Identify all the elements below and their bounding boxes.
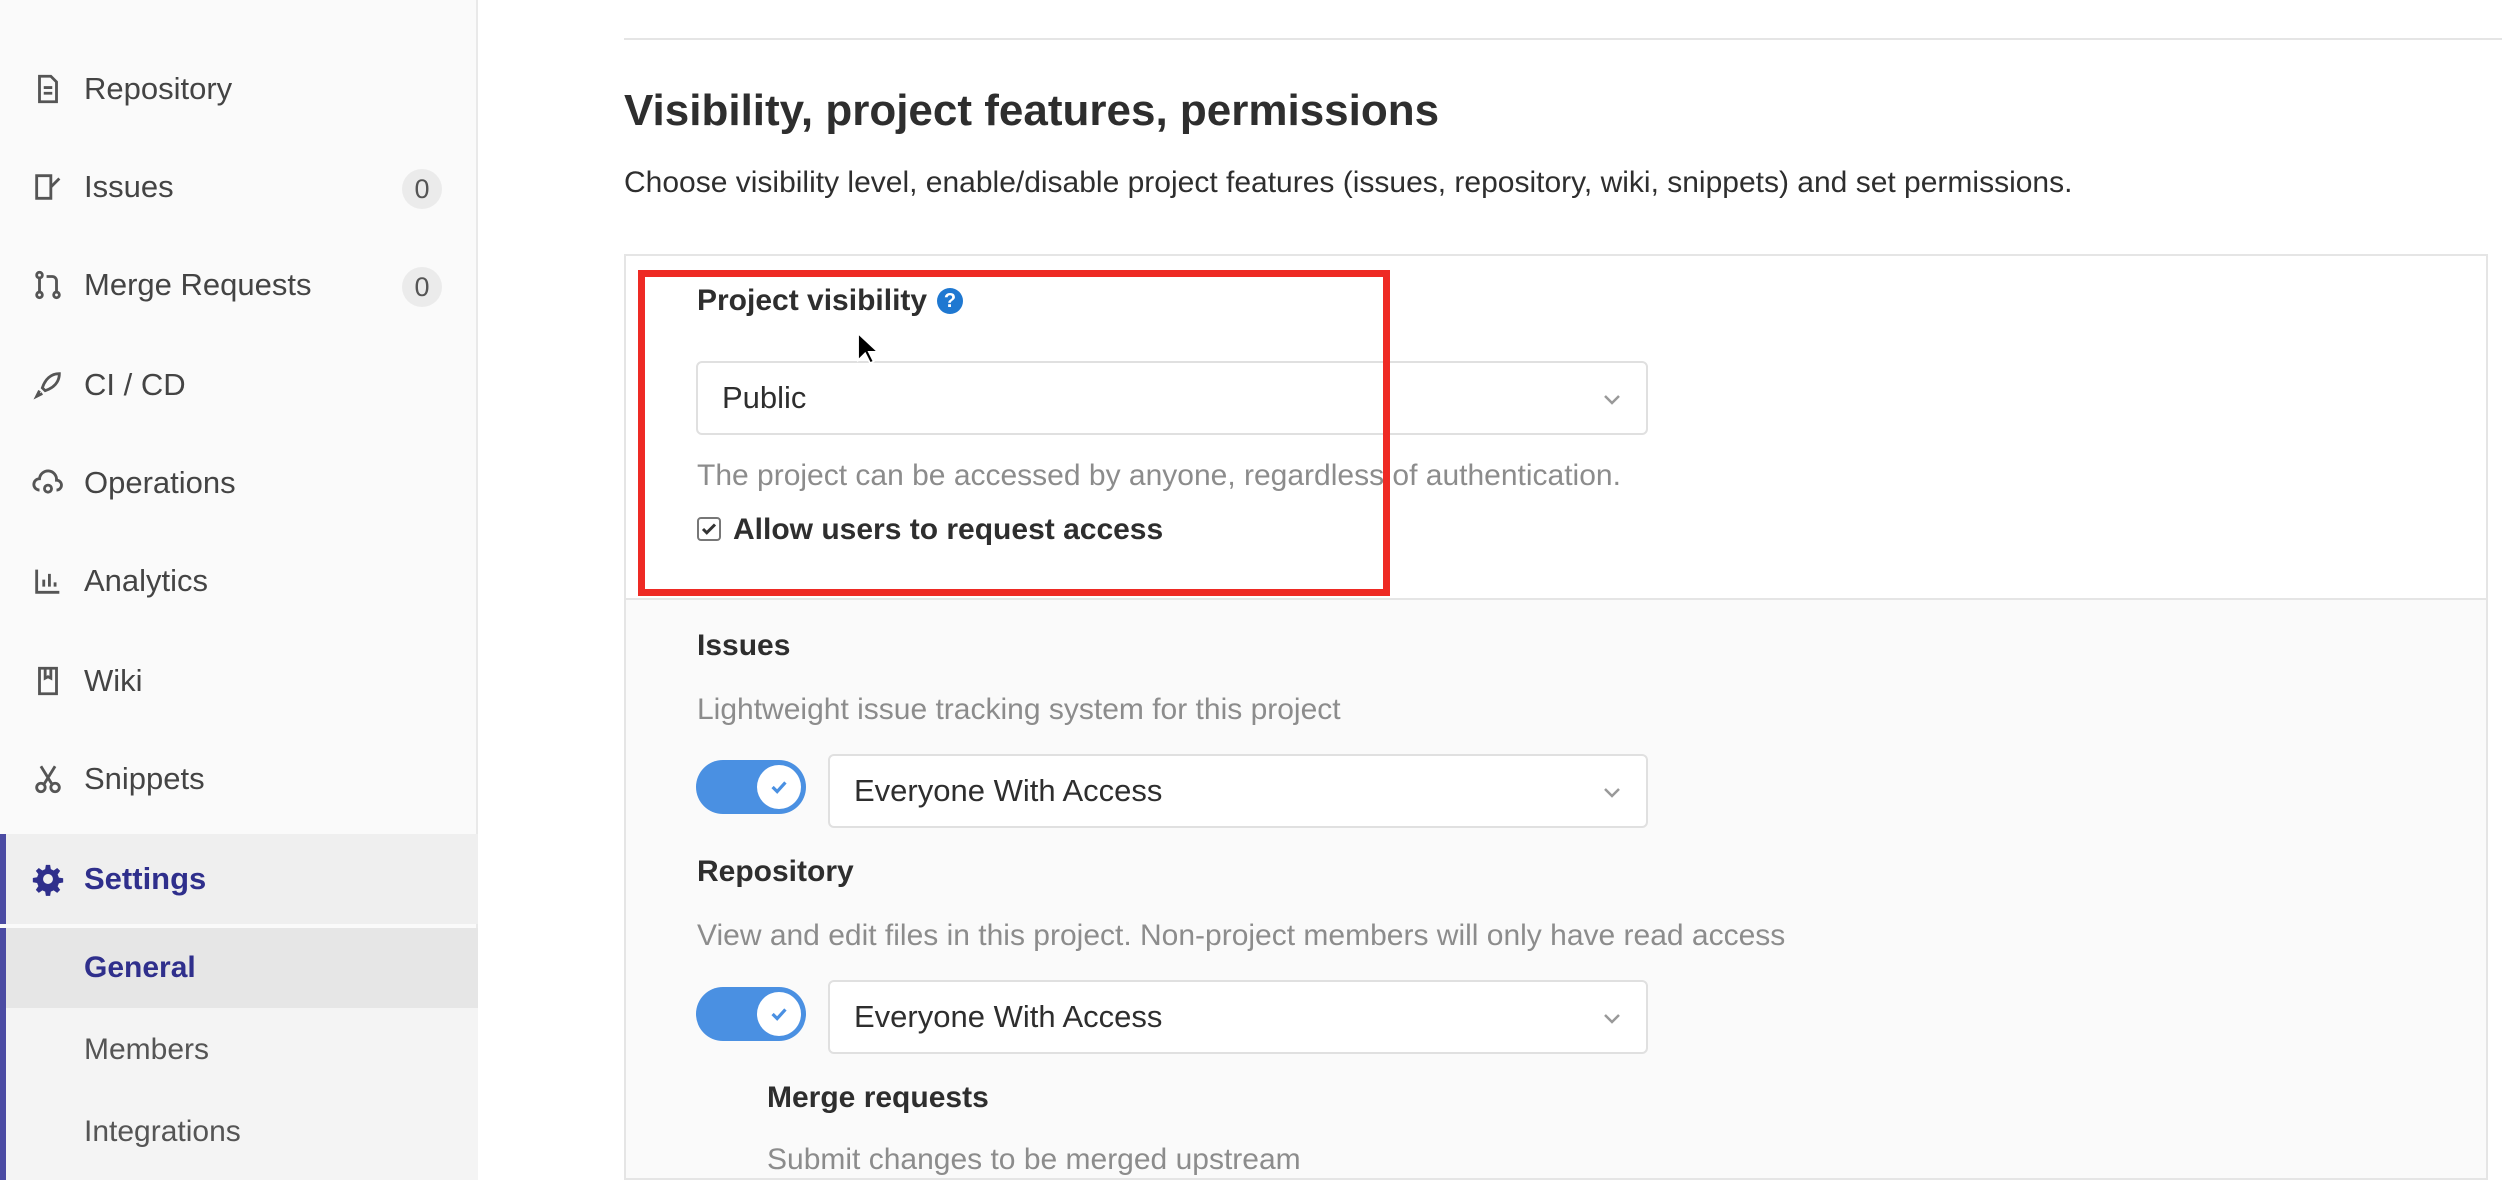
repository-feature-title: Repository — [697, 855, 854, 888]
issues-count-badge: 0 — [402, 169, 442, 209]
section-description: Choose visibility level, enable/disable … — [624, 166, 2073, 199]
merge-request-icon — [30, 267, 66, 303]
sidebar-item-label: Issues — [84, 169, 174, 204]
settings-submenu: General Members Integrations — [0, 928, 478, 1180]
document-icon — [30, 71, 66, 107]
sidebar-item-settings[interactable]: Settings — [0, 834, 478, 924]
merge-requests-feature-description: Submit changes to be merged upstream — [767, 1143, 1301, 1176]
page-title: Visibility, project features, permission… — [624, 86, 1440, 135]
chevron-down-icon — [1604, 788, 1620, 798]
sidebar-item-merge-requests[interactable]: Merge Requests 0 — [0, 240, 478, 330]
sidebar-item-label: Wiki — [84, 663, 143, 698]
sidebar-item-analytics[interactable]: Analytics — [0, 536, 478, 626]
sidebar-item-label: Snippets — [84, 761, 205, 796]
checkmark-icon — [771, 781, 787, 794]
toggle-knob — [757, 992, 801, 1036]
highlight-box — [638, 270, 1390, 596]
bar-chart-icon — [30, 563, 66, 599]
book-icon — [30, 663, 66, 699]
rocket-icon — [30, 367, 66, 403]
sidebar-subitem-integrations[interactable]: Integrations — [6, 1092, 478, 1172]
toggle-knob — [757, 765, 801, 809]
sidebar-item-label: Operations — [84, 465, 236, 500]
gear-icon — [30, 861, 66, 897]
issues-access-select[interactable]: Everyone With Access — [828, 754, 1648, 828]
repository-toggle[interactable] — [696, 987, 806, 1041]
sidebar-item-label: Analytics — [84, 563, 209, 598]
sidebar-item-label: Repository — [84, 71, 233, 106]
section-divider — [624, 38, 2502, 40]
sidebar-subitem-members[interactable]: Members — [6, 1010, 478, 1090]
repository-feature-description: View and edit files in this project. Non… — [697, 919, 1786, 952]
sidebar-item-repository[interactable]: Repository — [0, 44, 478, 134]
sidebar-item-label: CI / CD — [84, 367, 186, 402]
sidebar-item-issues[interactable]: Issues 0 — [0, 142, 478, 232]
sidebar-item-operations[interactable]: Operations — [0, 438, 478, 528]
mouse-cursor-icon — [857, 332, 880, 365]
chevron-down-icon — [1604, 395, 1620, 405]
sidebar: Repository Issues 0 Merge Requests 0 CI … — [0, 0, 478, 1180]
merge-requests-count-badge: 0 — [402, 267, 442, 307]
sidebar-item-ci-cd[interactable]: CI / CD — [0, 340, 478, 430]
sidebar-item-wiki[interactable]: Wiki — [0, 636, 478, 726]
repository-access-value: Everyone With Access — [854, 999, 1163, 1034]
issues-feature-description: Lightweight issue tracking system for th… — [697, 693, 1341, 726]
checkmark-icon — [771, 1008, 787, 1021]
scissors-icon — [30, 761, 66, 797]
issues-icon — [30, 169, 66, 205]
sidebar-item-snippets[interactable]: Snippets — [0, 734, 478, 824]
issues-toggle[interactable] — [696, 760, 806, 814]
repository-access-select[interactable]: Everyone With Access — [828, 980, 1648, 1054]
chevron-down-icon — [1604, 1014, 1620, 1024]
sidebar-item-label: Merge Requests — [84, 267, 312, 302]
sidebar-subitem-general[interactable]: General — [6, 928, 478, 1008]
issues-feature-title: Issues — [697, 629, 791, 662]
merge-requests-feature-title: Merge requests — [767, 1081, 989, 1114]
issues-access-value: Everyone With Access — [854, 773, 1163, 808]
cloud-gear-icon — [30, 465, 66, 501]
sidebar-item-label: Settings — [84, 861, 207, 896]
